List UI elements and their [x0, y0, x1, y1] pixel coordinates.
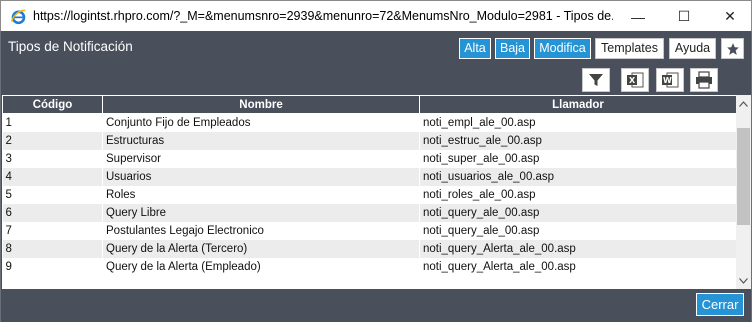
- svg-text:X: X: [629, 76, 636, 85]
- cell-llamador: noti_empl_ale_00.asp: [419, 113, 736, 132]
- filter-icon: [589, 74, 603, 86]
- cell-codigo: 1: [2, 113, 103, 132]
- column-header-llamador[interactable]: Llamador: [419, 95, 736, 114]
- cell-nombre: Estructuras: [102, 131, 420, 150]
- maximize-button[interactable]: ☐: [661, 1, 707, 32]
- close-window-button[interactable]: ✕: [707, 1, 752, 32]
- table-row[interactable]: 5 Roles noti_roles_ale_00.asp: [2, 185, 736, 204]
- alta-button[interactable]: Alta: [459, 38, 491, 59]
- cell-nombre: Conjunto Fijo de Empleados: [102, 113, 420, 132]
- table-row[interactable]: 1 Conjunto Fijo de Empleados noti_empl_ale…: [2, 113, 736, 132]
- cerrar-button[interactable]: Cerrar: [696, 293, 744, 316]
- cell-codigo: 8: [2, 239, 103, 258]
- filter-button[interactable]: [582, 68, 610, 92]
- cell-nombre: Roles: [102, 185, 420, 204]
- table-row[interactable]: 2 Estructuras noti_estruc_ale_00.asp: [2, 131, 736, 150]
- ayuda-button[interactable]: Ayuda: [669, 38, 716, 59]
- window-title: https://logintst.rhpro.com/?_M=&menumsnr…: [33, 9, 613, 23]
- cell-codigo: 3: [2, 149, 103, 168]
- scroll-up-arrow-icon[interactable]: [736, 95, 751, 112]
- modifica-button[interactable]: Modifica: [534, 38, 591, 59]
- window-titlebar: https://logintst.rhpro.com/?_M=&menumsnr…: [0, 0, 752, 31]
- cell-llamador: noti_roles_ale_00.asp: [419, 185, 736, 204]
- internet-explorer-icon: [10, 9, 26, 25]
- vertical-scrollbar[interactable]: [736, 95, 751, 289]
- cell-nombre: Query de la Alerta (Empleado): [102, 257, 420, 276]
- minimize-button[interactable]: —: [615, 1, 661, 32]
- cell-llamador: noti_usuarios_ale_00.asp: [419, 167, 736, 186]
- cell-codigo: 5: [2, 185, 103, 204]
- scroll-down-arrow-icon[interactable]: [736, 272, 751, 289]
- cell-llamador: noti_estruc_ale_00.asp: [419, 131, 736, 150]
- cell-codigo: 6: [2, 203, 103, 222]
- table-row[interactable]: 3 Supervisor noti_super_ale_00.asp: [2, 149, 736, 168]
- templates-button[interactable]: Templates: [595, 38, 664, 59]
- print-icon: [696, 71, 712, 89]
- favorite-button[interactable]: [721, 38, 744, 59]
- cell-llamador: noti_query_ale_00.asp: [419, 203, 736, 222]
- excel-export-button[interactable]: X: [621, 68, 649, 92]
- cell-codigo: 2: [2, 131, 103, 150]
- app-panel: Tipos de Notificación Alta Baja Modifica…: [0, 31, 752, 322]
- table-row[interactable]: 7 Postulantes Legajo Electronico noti_quer…: [2, 221, 736, 240]
- baja-button[interactable]: Baja: [495, 38, 530, 59]
- cell-llamador: noti_query_Alerta_ale_00.asp: [419, 239, 736, 258]
- cell-nombre: Supervisor: [102, 149, 420, 168]
- column-header-nombre[interactable]: Nombre: [102, 95, 420, 114]
- cell-llamador: noti_super_ale_00.asp: [419, 149, 736, 168]
- table-row[interactable]: 8 Query de la Alerta (Tercero) noti_query_…: [2, 239, 736, 258]
- column-header-codigo[interactable]: Código: [2, 95, 103, 114]
- print-button[interactable]: [690, 68, 718, 92]
- grid-header-row: Código Nombre Llamador: [2, 95, 736, 114]
- cell-nombre: Postulantes Legajo Electronico: [102, 221, 420, 240]
- star-icon: [726, 42, 739, 55]
- word-export-icon: W: [662, 72, 679, 88]
- cell-nombre: Query de la Alerta (Tercero): [102, 239, 420, 258]
- cell-codigo: 7: [2, 221, 103, 240]
- cell-codigo: 4: [2, 167, 103, 186]
- table-row[interactable]: 4 Usuarios noti_usuarios_ale_00.asp: [2, 167, 736, 186]
- table-row[interactable]: 9 Query de la Alerta (Empleado) noti_query…: [2, 257, 736, 276]
- cell-llamador: noti_query_Alerta_ale_00.asp: [419, 257, 736, 276]
- notification-types-grid: Código Nombre Llamador 1 Conjunto Fijo de…: [2, 95, 736, 289]
- cell-llamador: noti_query_ale_00.asp: [419, 221, 736, 240]
- word-export-button[interactable]: W: [656, 68, 684, 92]
- cell-nombre: Query Libre: [102, 203, 420, 222]
- excel-export-icon: X: [627, 72, 644, 88]
- table-row[interactable]: 6 Query Libre noti_query_ale_00.asp: [2, 203, 736, 222]
- page-title: Tipos de Notificación: [8, 39, 133, 54]
- scroll-thumb[interactable]: [737, 128, 750, 225]
- cell-nombre: Usuarios: [102, 167, 420, 186]
- svg-text:W: W: [663, 76, 672, 85]
- cell-codigo: 9: [2, 257, 103, 276]
